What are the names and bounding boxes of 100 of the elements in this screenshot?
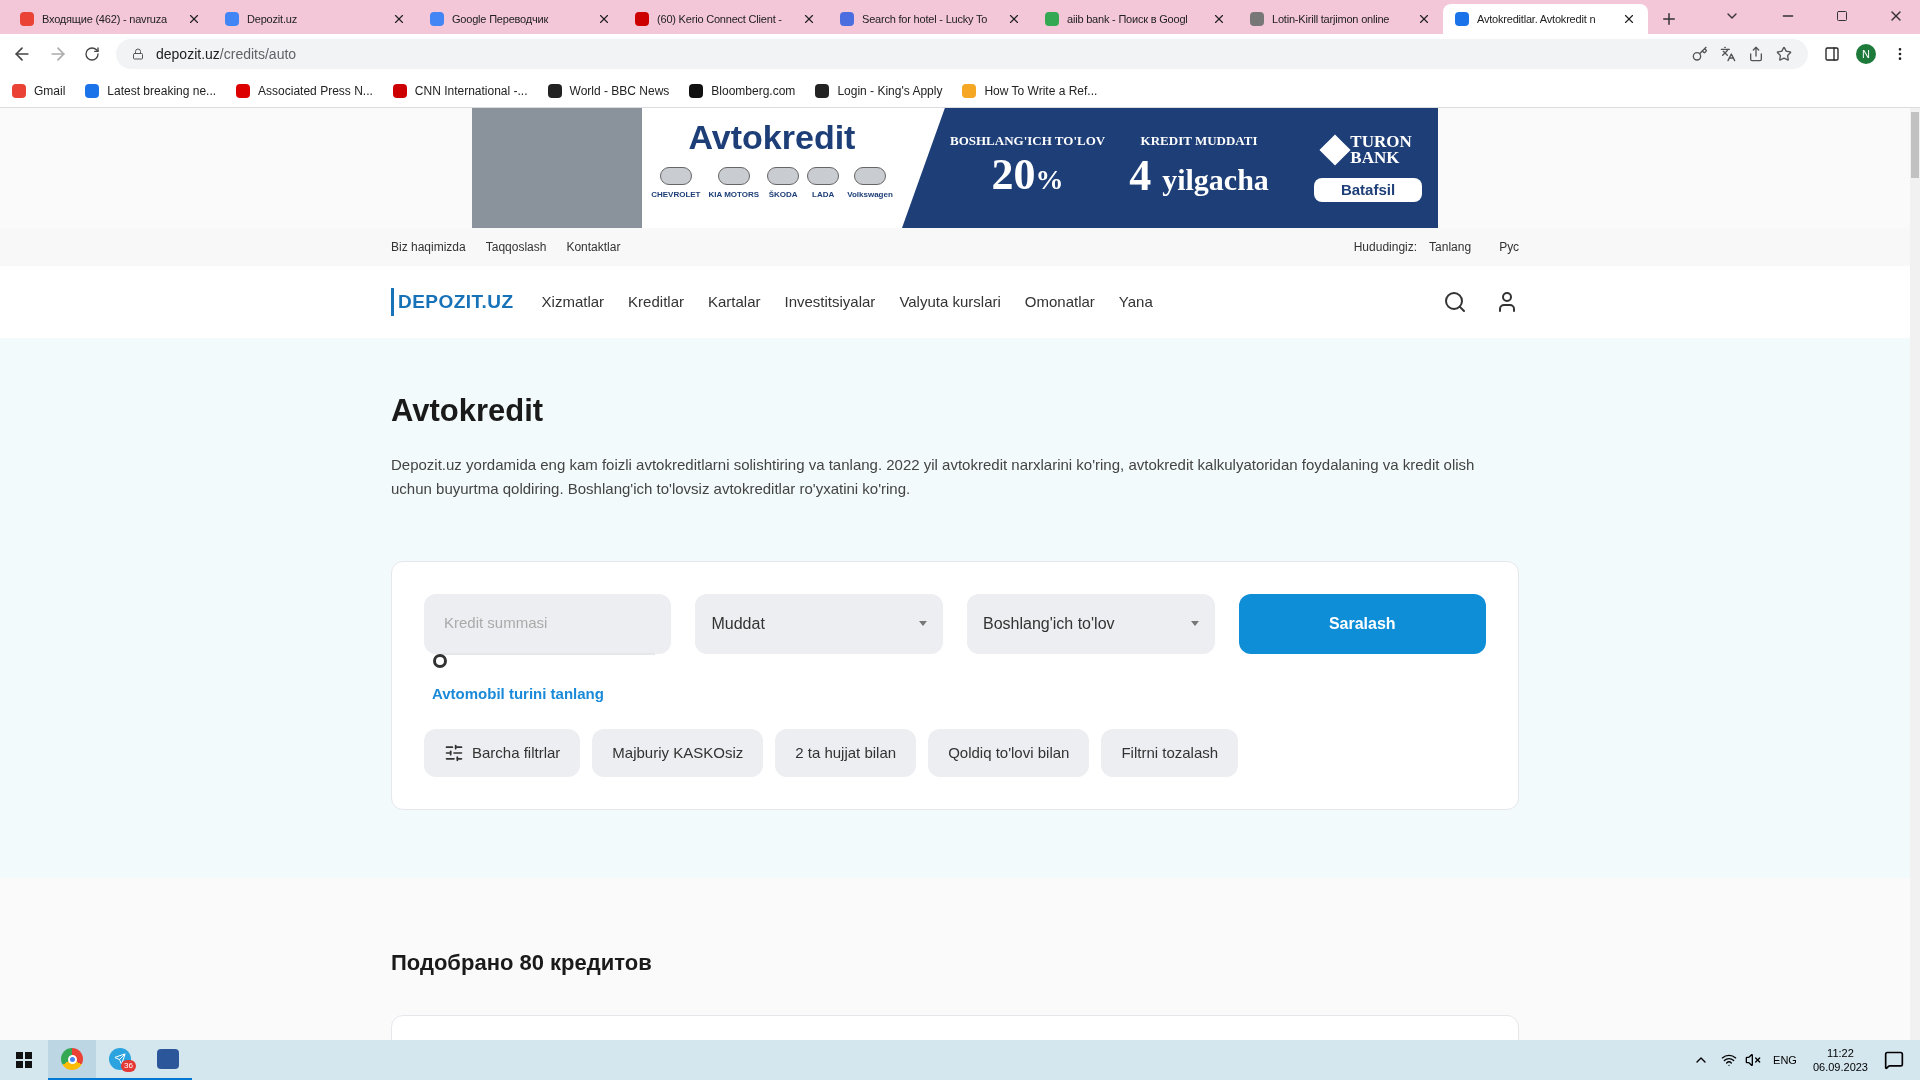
language-link[interactable]: Рус	[1499, 238, 1519, 256]
tab-title: Lotin-Kirill tarjimon online	[1272, 11, 1391, 27]
bookmark-link[interactable]: How To Write a Ref...	[962, 81, 1098, 100]
bookmark-link[interactable]: CNN International -...	[392, 81, 528, 100]
term-label: KREDIT MUDDATI	[1140, 132, 1258, 151]
browser-tab[interactable]: Avtokreditlar. Avtokredit n	[1443, 4, 1648, 34]
favicon-icon	[225, 12, 239, 26]
results-heading: Подобрано 80 кредитов	[391, 949, 653, 977]
close-icon[interactable]	[1007, 12, 1021, 26]
dropdown-field[interactable]: Boshlang'ich to'lov	[967, 593, 1215, 654]
bookmark-link[interactable]: Login - King's Apply	[815, 81, 943, 100]
bank-name: BANK	[1350, 150, 1401, 166]
favicon-icon	[689, 83, 704, 98]
down-payment-value: 20%	[991, 150, 1064, 202]
translate-icon[interactable]	[1720, 46, 1736, 62]
browser-tab[interactable]: Lotin-Kirill tarjimon online	[1238, 4, 1443, 34]
close-icon[interactable]	[1212, 12, 1226, 26]
network-icon[interactable]	[1721, 1052, 1738, 1068]
browser-tab[interactable]: Входящие (462) - navruza	[8, 4, 213, 34]
region-link[interactable]: Tanlang	[1429, 238, 1472, 256]
car-type-link[interactable]: Avtomobil turini tanlang	[432, 682, 604, 705]
bookmark-link[interactable]: World - BBC News	[547, 81, 670, 100]
close-icon[interactable]	[1417, 12, 1431, 26]
close-icon[interactable]	[1622, 12, 1636, 26]
browser-tab[interactable]: aiib bank - Поиск в Googl	[1033, 4, 1238, 34]
down-payment-label: BOSHLANG'ICH TO'LOV	[950, 131, 1106, 150]
site-logo[interactable]: DEPOZIT.UZ	[391, 287, 514, 317]
nav-link[interactable]: Valyuta kurslari	[899, 290, 1001, 314]
browser-tab[interactable]: (60) Kerio Connect Client -	[623, 4, 828, 34]
filter-chip[interactable]: 2 ta hujjat bilan	[775, 729, 917, 777]
browser-tab[interactable]: Depozit.uz	[213, 4, 418, 34]
close-icon[interactable]	[802, 12, 816, 26]
nav-link[interactable]: Omonatlar	[1024, 290, 1095, 314]
search-icon[interactable]	[1443, 290, 1467, 314]
brand-name: LADA	[812, 189, 835, 201]
dropdown-field[interactable]: Muddat	[695, 593, 943, 654]
side-panel-icon[interactable]	[1824, 46, 1840, 62]
address-bar[interactable]: depozit.uz/credits/auto	[116, 39, 1808, 69]
brand-logo-icon	[807, 167, 840, 185]
language-indicator[interactable]: ENG	[1773, 1051, 1797, 1069]
favicon-icon	[1250, 12, 1264, 26]
nav-link[interactable]: Investitsiyalar	[784, 290, 876, 314]
close-icon[interactable]	[392, 12, 406, 26]
filter-chip[interactable]: Filtrni tozalash	[1101, 729, 1239, 777]
filter-chip[interactable]: Majburiy KASKOsiz	[592, 729, 764, 777]
bookmark-star-icon[interactable]	[1776, 46, 1792, 62]
bookmark-link[interactable]: Bloomberg.com	[689, 81, 796, 100]
brand-logo-icon	[717, 167, 750, 185]
tab-title: Avtokreditlar. Avtokredit n	[1477, 11, 1597, 27]
nav-link[interactable]: Kreditlar	[628, 290, 684, 314]
key-icon[interactable]	[1692, 46, 1708, 62]
tab-title: Search for hotel - Lucky To	[862, 11, 989, 27]
favicon-icon	[635, 12, 649, 26]
filter-chip[interactable]: Barcha filtrlar	[424, 729, 581, 777]
volume-muted-icon[interactable]	[1745, 1052, 1762, 1068]
browser-tab[interactable]: Google Переводчик	[418, 4, 623, 34]
nav-link[interactable]: Kartalar	[707, 290, 761, 314]
reload-icon[interactable]	[84, 46, 100, 62]
favicon-icon	[20, 12, 34, 26]
lock-icon	[132, 48, 144, 60]
url-text: depozit.uz/credits/auto	[156, 44, 297, 64]
tab-title: Google Переводчик	[452, 11, 550, 27]
ad-banner[interactable]: Avtokredit CHEVROLET KIA MOTORS ŠKODA LADA Volkswagen BOSHLANG'ICH TO'LOV 20% KREDIT MUDDATI 4 yilgacha TURON BANK Batafsil	[472, 108, 1438, 228]
bank-name: TURON	[1350, 134, 1412, 150]
sliders-icon	[444, 743, 464, 763]
bookmark-link[interactable]: Gmail	[12, 81, 66, 100]
details-button[interactable]: Batafsil	[1314, 178, 1422, 202]
page-title: Avtokredit	[391, 392, 545, 430]
close-icon[interactable]	[187, 12, 201, 26]
clock[interactable]: 11:22 06.09.2023	[1812, 1046, 1868, 1074]
favicon-icon	[547, 83, 562, 98]
top-link[interactable]: Biz haqimizda	[391, 238, 466, 256]
favicon-icon	[430, 12, 444, 26]
close-icon[interactable]	[597, 12, 611, 26]
restore-icon[interactable]	[1836, 10, 1848, 22]
submit-button[interactable]: Saralash	[1238, 593, 1486, 654]
brand-name: ŠKODA	[768, 189, 798, 201]
brand-logo-icon	[767, 167, 800, 185]
profile-avatar[interactable]: N	[1856, 44, 1876, 64]
slider-thumb[interactable]	[433, 653, 447, 668]
share-icon[interactable]	[1748, 46, 1764, 62]
filter-chip[interactable]: Qoldiq to'lovi bilan	[928, 729, 1090, 777]
tab-title: aiib bank - Поиск в Googl	[1067, 11, 1189, 27]
bookmark-link[interactable]: Latest breaking ne...	[85, 81, 217, 100]
notifications-icon[interactable]	[1884, 1050, 1904, 1070]
favicon-icon	[392, 83, 407, 98]
top-link[interactable]: Kontaktlar	[566, 238, 621, 256]
nav-link[interactable]: Yana	[1118, 290, 1153, 314]
favicon-icon	[815, 83, 830, 98]
region-label: Hududingiz:	[1353, 239, 1418, 256]
tab-title: Depozit.uz	[247, 11, 298, 27]
new-tab-icon[interactable]	[1660, 10, 1678, 28]
browser-tab[interactable]: Search for hotel - Lucky To	[828, 4, 1033, 34]
favicon-icon	[85, 83, 100, 98]
favicon-icon	[1045, 12, 1059, 26]
nav-link[interactable]: Xizmatlar	[541, 290, 605, 314]
brand-name: Volkswagen	[847, 189, 893, 201]
bookmark-link[interactable]: Associated Press N...	[236, 81, 373, 100]
top-link[interactable]: Taqqoslash	[485, 238, 547, 256]
tab-title: (60) Kerio Connect Client -	[657, 11, 783, 27]
